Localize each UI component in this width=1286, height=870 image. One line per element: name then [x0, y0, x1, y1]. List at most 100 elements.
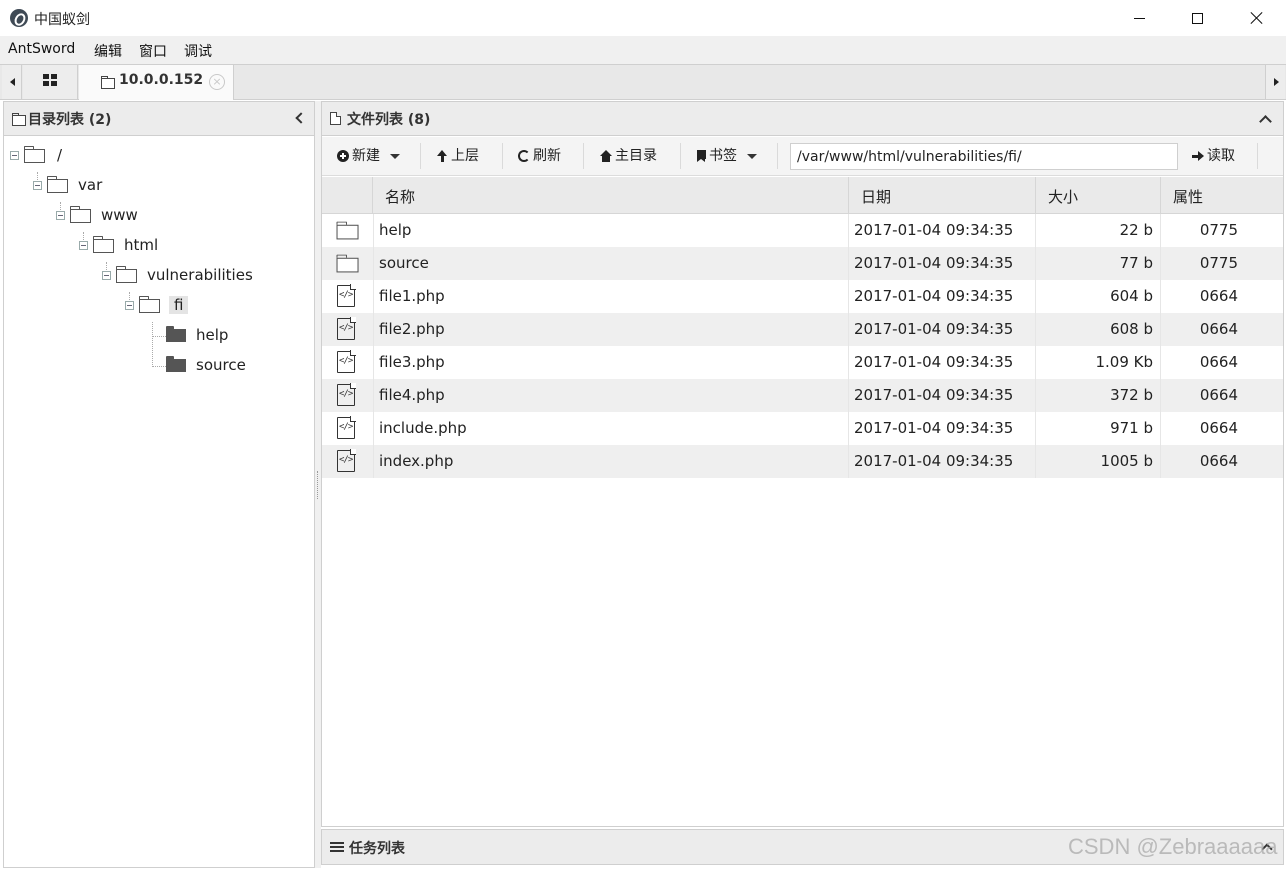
- caret-right-icon: [1274, 78, 1279, 86]
- collapse-toggle-icon[interactable]: [102, 271, 111, 280]
- read-path-button[interactable]: 读取: [1192, 145, 1235, 167]
- tab-scroll-right-button[interactable]: [1265, 65, 1285, 99]
- collapse-toggle-icon[interactable]: [56, 211, 65, 220]
- folder-icon: [101, 76, 115, 89]
- new-button[interactable]: 新建: [337, 145, 400, 167]
- chevron-down-icon: [747, 153, 757, 159]
- code-file-icon: </>: [337, 350, 356, 373]
- file-list-panel-header: 文件列表 (8): [322, 102, 1283, 136]
- menu-bar: AntSword 编辑 窗口 调试: [0, 36, 1286, 64]
- bookmark-button-label: 书签: [709, 148, 737, 164]
- file-size: 22 b: [1035, 214, 1159, 247]
- file-date: 2017-01-04 09:34:35: [848, 412, 1034, 445]
- file-name: help: [373, 214, 847, 247]
- folder-icon: [116, 266, 137, 283]
- table-row[interactable]: </> file1.php 2017-01-04 09:34:35 604 b …: [322, 280, 1283, 313]
- column-header-name[interactable]: 名称: [372, 177, 848, 214]
- file-size: 608 b: [1035, 313, 1159, 346]
- table-row[interactable]: help 2017-01-04 09:34:35 22 b 0775: [322, 214, 1283, 247]
- table-row[interactable]: </> file2.php 2017-01-04 09:34:35 608 b …: [322, 313, 1283, 346]
- drag-handle-icon: [317, 471, 318, 499]
- file-permission: 0664: [1160, 412, 1283, 445]
- directory-panel: 目录列表 (2) / var www html vulnerabilities …: [3, 101, 315, 868]
- document-icon: [330, 112, 341, 125]
- maximize-button[interactable]: [1168, 0, 1226, 36]
- menu-window[interactable]: 窗口: [139, 41, 167, 61]
- code-file-icon: </>: [337, 416, 356, 439]
- tab-shell-session[interactable]: 10.0.0.152 ×: [79, 65, 234, 100]
- tab-home[interactable]: [23, 65, 78, 99]
- file-name: file4.php: [373, 379, 847, 412]
- menu-debug[interactable]: 调试: [184, 41, 212, 61]
- file-list-panel: 文件列表 (8) 新建 上层 刷新 主目录 书签 读取 名称 日期: [321, 101, 1284, 827]
- collapse-toggle-icon[interactable]: [125, 301, 134, 310]
- tree-node-label: var: [78, 176, 103, 194]
- table-row[interactable]: </> file3.php 2017-01-04 09:34:35 1.09 K…: [322, 346, 1283, 379]
- task-list-title: 任务列表: [349, 841, 405, 857]
- file-permission: 0664: [1160, 379, 1283, 412]
- home-button-label: 主目录: [615, 148, 657, 164]
- file-name: source: [373, 247, 847, 280]
- close-button[interactable]: [1228, 0, 1286, 36]
- collapse-toggle-icon[interactable]: [79, 241, 88, 250]
- menu-edit[interactable]: 编辑: [94, 41, 122, 61]
- grid-icon: [43, 74, 57, 86]
- file-permission: 0664: [1160, 445, 1283, 478]
- code-file-icon: </>: [337, 449, 356, 472]
- file-permission: 0664: [1160, 313, 1283, 346]
- file-date: 2017-01-04 09:34:35: [848, 214, 1034, 247]
- plus-circle-icon: [337, 150, 349, 162]
- folder-icon: [336, 221, 359, 240]
- file-table-header: 名称 日期 大小 属性: [322, 177, 1283, 214]
- close-icon: [1250, 11, 1264, 25]
- folder-icon: [139, 296, 160, 313]
- home-directory-button[interactable]: 主目录: [600, 145, 657, 167]
- collapse-panel-icon[interactable]: [294, 111, 304, 125]
- up-directory-button[interactable]: 上层: [436, 145, 479, 167]
- file-name: file3.php: [373, 346, 847, 379]
- tree-node-label: html: [124, 236, 159, 254]
- bookmark-button[interactable]: 书签: [697, 145, 757, 167]
- column-header-date[interactable]: 日期: [848, 177, 1035, 214]
- title-bar: 中国蚁剑: [0, 0, 1286, 36]
- folder-filled-icon: [166, 326, 186, 342]
- menu-antsword[interactable]: AntSword: [8, 41, 75, 57]
- maximize-icon: [1191, 12, 1203, 24]
- file-name: include.php: [373, 412, 847, 445]
- home-icon: [600, 150, 612, 162]
- minimize-button[interactable]: [1110, 0, 1168, 36]
- collapse-toggle-icon[interactable]: [10, 151, 19, 160]
- folder-icon: [12, 113, 26, 126]
- arrow-right-icon: [1192, 150, 1204, 162]
- tree-node-label: /: [57, 146, 63, 164]
- minimize-icon: [1133, 17, 1145, 19]
- folder-icon: [47, 176, 68, 193]
- table-row[interactable]: </> file4.php 2017-01-04 09:34:35 372 b …: [322, 379, 1283, 412]
- up-button-label: 上层: [451, 148, 479, 164]
- collapse-panel-icon[interactable]: [1259, 114, 1271, 124]
- table-row[interactable]: </> index.php 2017-01-04 09:34:35 1005 b…: [322, 445, 1283, 478]
- path-input[interactable]: [790, 143, 1178, 170]
- file-size: 1005 b: [1035, 445, 1159, 478]
- file-date: 2017-01-04 09:34:35: [848, 445, 1034, 478]
- column-header-perm[interactable]: 属性: [1160, 177, 1283, 214]
- refresh-button[interactable]: 刷新: [518, 145, 561, 167]
- file-date: 2017-01-04 09:34:35: [848, 280, 1034, 313]
- file-date: 2017-01-04 09:34:35: [848, 247, 1034, 280]
- file-size: 604 b: [1035, 280, 1159, 313]
- antsword-logo-icon: [10, 9, 28, 27]
- tasks-icon: [330, 842, 344, 852]
- column-header-size[interactable]: 大小: [1035, 177, 1160, 214]
- file-name: file1.php: [373, 280, 847, 313]
- file-size: 1.09 Kb: [1035, 346, 1159, 379]
- file-permission: 0664: [1160, 280, 1283, 313]
- tab-close-icon[interactable]: ×: [209, 74, 225, 90]
- folder-icon: [93, 236, 114, 253]
- table-row[interactable]: </> include.php 2017-01-04 09:34:35 971 …: [322, 412, 1283, 445]
- collapse-toggle-icon[interactable]: [33, 181, 42, 190]
- table-row[interactable]: source 2017-01-04 09:34:35 77 b 0775: [322, 247, 1283, 280]
- directory-panel-title: 目录列表 (2): [28, 112, 112, 128]
- code-file-icon: </>: [337, 317, 356, 340]
- tab-scroll-left-button[interactable]: [2, 65, 22, 99]
- file-permission: 0775: [1160, 214, 1283, 247]
